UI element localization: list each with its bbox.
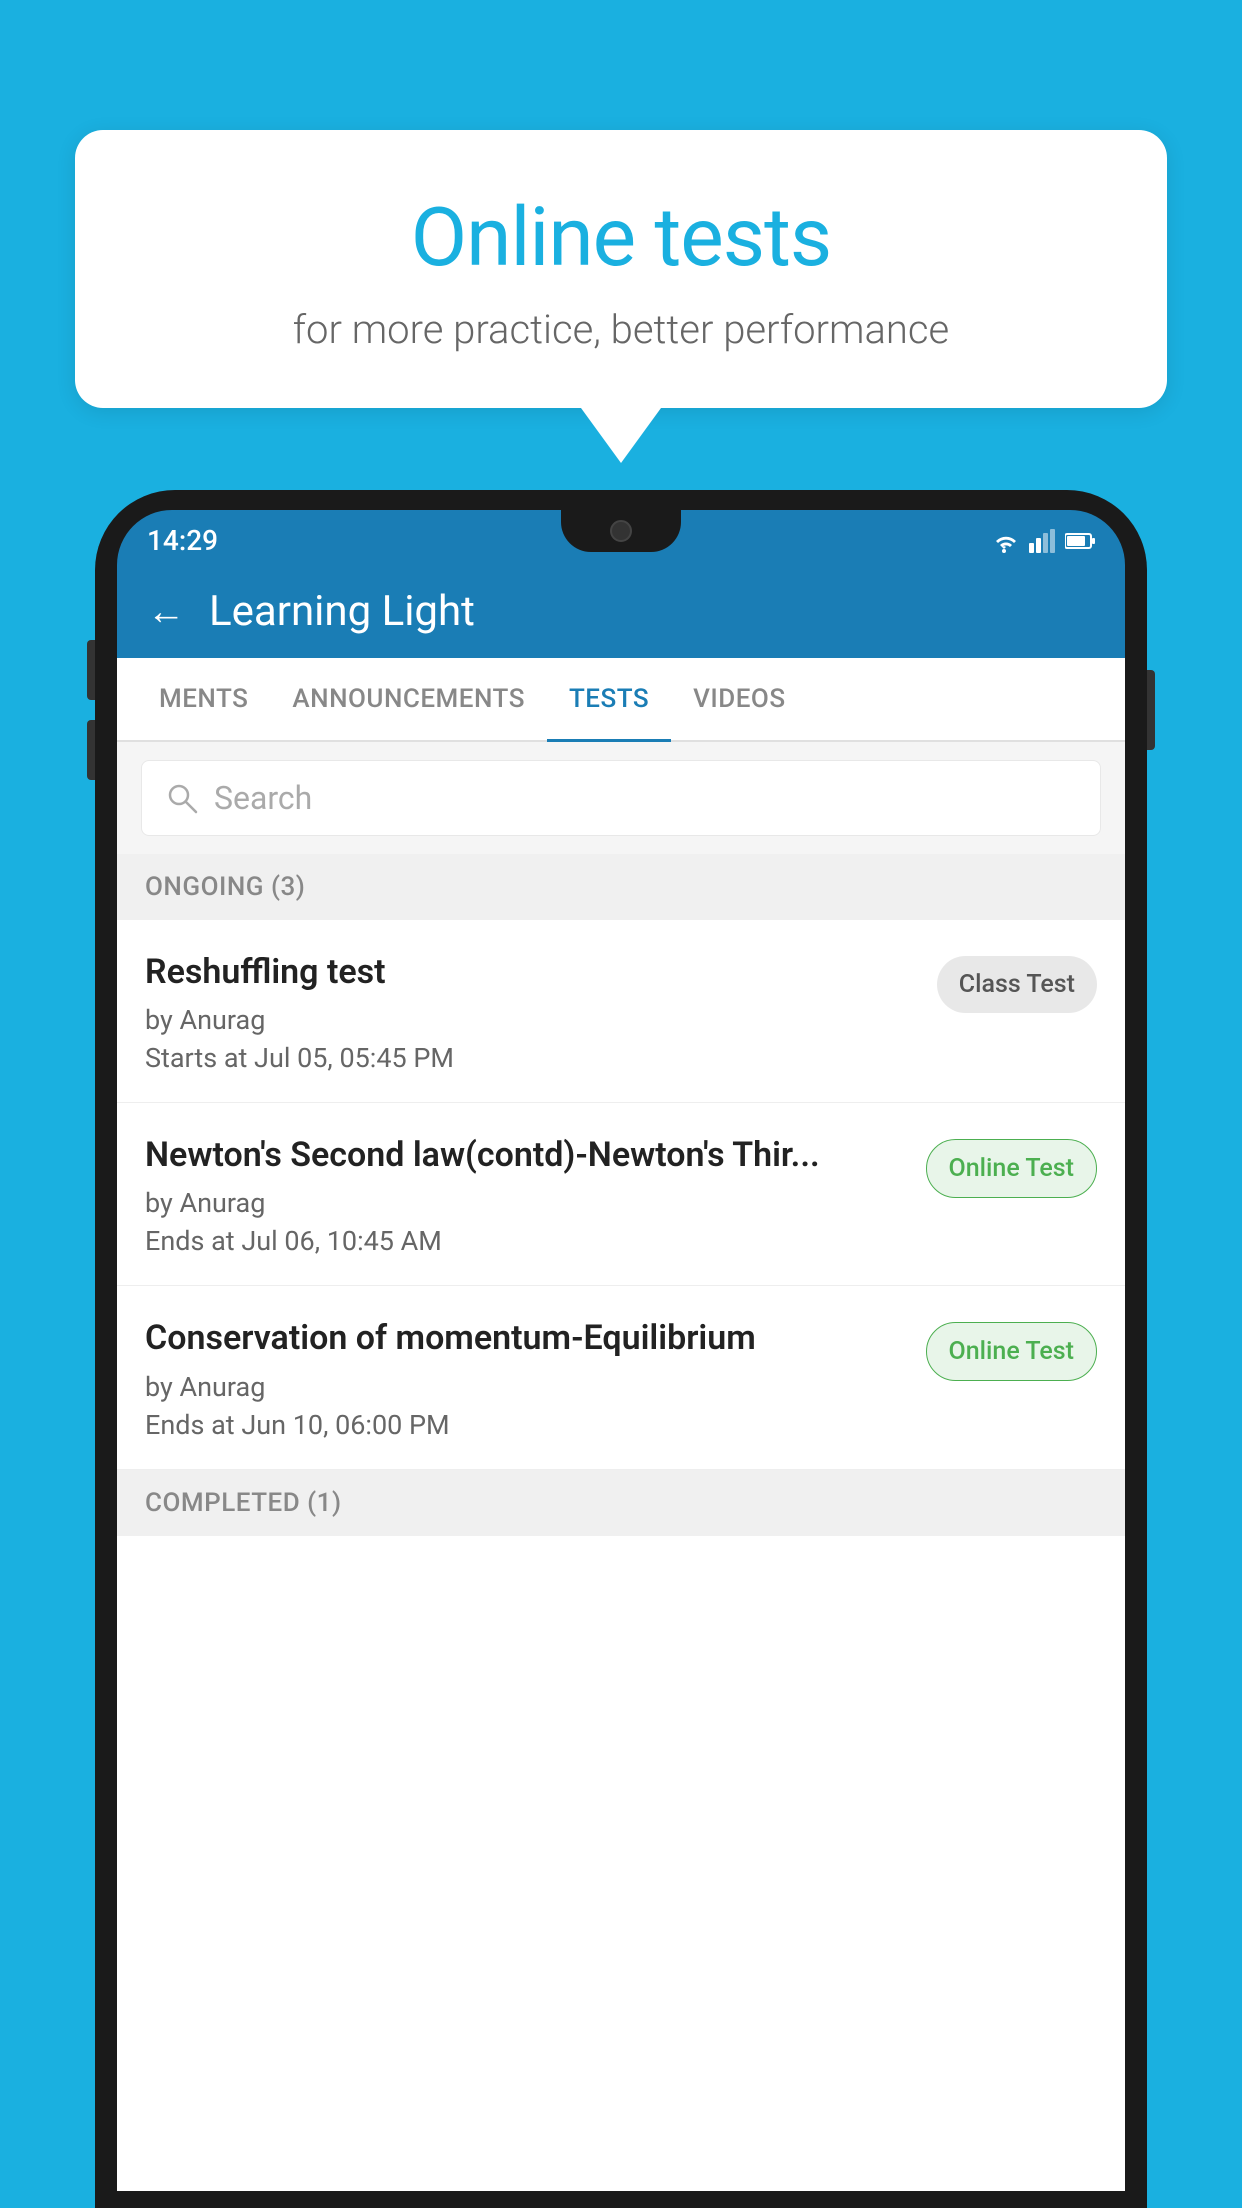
- tab-ments[interactable]: MENTS: [137, 658, 270, 740]
- test-badge-2: Online Test: [926, 1139, 1097, 1198]
- test-item-newtons[interactable]: Newton's Second law(contd)-Newton's Thir…: [117, 1103, 1125, 1286]
- test-author-1: by Anurag: [145, 1004, 917, 1036]
- volume-up-button: [87, 640, 95, 700]
- tab-videos[interactable]: VIDEOS: [671, 658, 807, 740]
- tab-tests[interactable]: TESTS: [547, 658, 671, 740]
- search-container: Search: [117, 742, 1125, 854]
- ongoing-section-header: ONGOING (3): [117, 854, 1125, 920]
- phone-camera: [610, 520, 632, 542]
- back-button[interactable]: ←: [147, 590, 185, 634]
- test-badge-1: Class Test: [937, 956, 1097, 1013]
- speech-bubble-subtitle: for more practice, better performance: [135, 306, 1107, 353]
- phone-screen: ← Learning Light MENTS ANNOUNCEMENTS TES…: [117, 565, 1125, 2191]
- status-icons: [989, 529, 1095, 553]
- test-info-3: Conservation of momentum-Equilibrium by …: [145, 1316, 926, 1440]
- speech-bubble-title: Online tests: [135, 190, 1107, 286]
- test-date-2: Ends at Jul 06, 10:45 AM: [145, 1225, 906, 1257]
- power-button: [1147, 670, 1155, 750]
- test-date-1: Starts at Jul 05, 05:45 PM: [145, 1042, 917, 1074]
- completed-section-header: COMPLETED (1): [117, 1470, 1125, 1536]
- wifi-icon: [989, 529, 1019, 553]
- test-title-3: Conservation of momentum-Equilibrium: [145, 1316, 906, 1360]
- test-info-2: Newton's Second law(contd)-Newton's Thir…: [145, 1133, 926, 1257]
- tab-announcements[interactable]: ANNOUNCEMENTS: [270, 658, 547, 740]
- test-badge-3: Online Test: [926, 1322, 1097, 1381]
- test-title-1: Reshuffling test: [145, 950, 917, 994]
- test-author-3: by Anurag: [145, 1371, 906, 1403]
- test-info-1: Reshuffling test by Anurag Starts at Jul…: [145, 950, 937, 1074]
- battery-icon: [1065, 532, 1095, 550]
- test-title-2: Newton's Second law(contd)-Newton's Thir…: [145, 1133, 906, 1177]
- test-item-reshuffling[interactable]: Reshuffling test by Anurag Starts at Jul…: [117, 920, 1125, 1103]
- test-date-3: Ends at Jun 10, 06:00 PM: [145, 1409, 906, 1441]
- test-item-conservation[interactable]: Conservation of momentum-Equilibrium by …: [117, 1286, 1125, 1469]
- status-time: 14:29: [147, 524, 218, 557]
- speech-bubble-container: Online tests for more practice, better p…: [75, 130, 1167, 463]
- test-author-2: by Anurag: [145, 1187, 906, 1219]
- search-icon: [166, 782, 198, 814]
- status-bar: 14:29: [117, 510, 1125, 565]
- phone-notch: [561, 510, 681, 552]
- phone-container: 14:29: [95, 490, 1147, 2208]
- speech-bubble-arrow: [581, 408, 661, 463]
- phone-outer: 14:29: [95, 490, 1147, 2208]
- search-placeholder: Search: [214, 779, 312, 817]
- search-input-wrapper[interactable]: Search: [141, 760, 1101, 836]
- signal-icon: [1029, 529, 1055, 553]
- app-header: ← Learning Light: [117, 565, 1125, 658]
- speech-bubble: Online tests for more practice, better p…: [75, 130, 1167, 408]
- app-header-title: Learning Light: [209, 587, 475, 636]
- tabs-container: MENTS ANNOUNCEMENTS TESTS VIDEOS: [117, 658, 1125, 742]
- volume-down-button: [87, 720, 95, 780]
